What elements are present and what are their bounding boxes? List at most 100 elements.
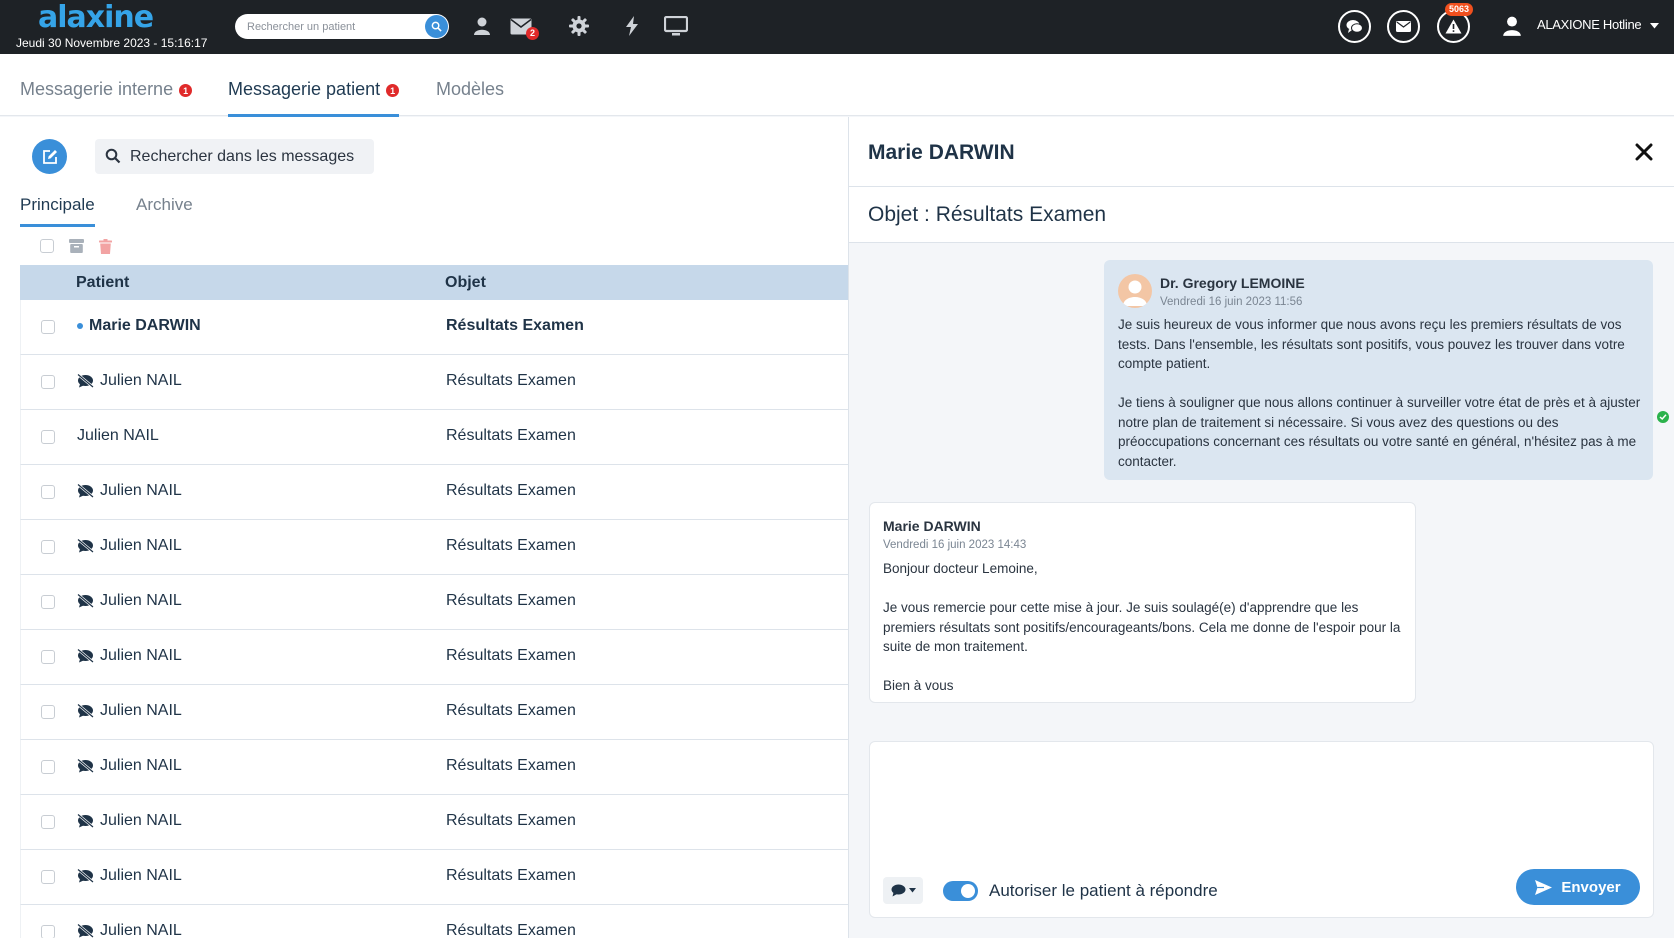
row-object: Résultats Examen xyxy=(446,592,576,609)
row-checkbox[interactable] xyxy=(41,430,55,444)
row-checkbox[interactable] xyxy=(41,705,55,719)
row-patient: Julien NAIL xyxy=(77,537,182,555)
row-object: Résultats Examen xyxy=(446,537,576,554)
row-checkbox[interactable] xyxy=(41,760,55,774)
search-icon xyxy=(105,148,121,164)
tab-badge: 1 xyxy=(179,84,193,97)
compose-button[interactable] xyxy=(32,139,67,174)
subtab-archive[interactable]: Archive xyxy=(136,195,193,215)
alerts-button[interactable]: 5063 xyxy=(1437,3,1474,43)
row-checkbox[interactable] xyxy=(41,870,55,884)
patient-search-input[interactable] xyxy=(247,18,417,35)
message-body: Bonjour docteur Lemoine, Je vous remerci… xyxy=(883,561,1401,693)
tab-label: Messagerie interne xyxy=(20,78,174,99)
row-object: Résultats Examen xyxy=(446,372,576,389)
table-row[interactable]: Julien NAIL Résultats Examen xyxy=(20,905,848,938)
row-patient-name: Julien NAIL xyxy=(100,647,182,664)
table-row[interactable]: Julien NAIL Résultats Examen xyxy=(20,630,848,685)
table-row[interactable]: Julien NAIL Résultats Examen xyxy=(20,740,848,795)
row-patient-name: Julien NAIL xyxy=(100,702,182,719)
user-name-label: ALAXIONE Hotline xyxy=(1537,17,1642,32)
user-menu[interactable]: ALAXIONE Hotline xyxy=(1537,17,1659,32)
allow-reply-toggle[interactable] xyxy=(943,881,978,901)
message-sender: Dr. Gregory LEMOINE xyxy=(1160,275,1305,291)
select-all-checkbox[interactable] xyxy=(40,239,54,253)
quick-actions-button[interactable] xyxy=(620,14,644,38)
conversation-subject-bar: Objet : Résultats Examen xyxy=(849,187,1674,243)
reply-textarea[interactable] xyxy=(880,752,1645,862)
user-avatar[interactable] xyxy=(1500,14,1524,38)
gear-icon xyxy=(569,16,589,36)
row-patient-name: Julien NAIL xyxy=(100,482,182,499)
tab-internal-messaging[interactable]: Messagerie interne 1 xyxy=(20,76,193,102)
messages-button[interactable] xyxy=(1387,10,1420,43)
row-object: Résultats Examen xyxy=(446,427,576,444)
table-header: Patient Objet xyxy=(20,265,848,300)
subtab-main[interactable]: Principale xyxy=(20,195,95,227)
comment-type-dropdown[interactable] xyxy=(883,877,923,904)
table-row[interactable]: Julien NAIL Résultats Examen xyxy=(20,355,848,410)
send-icon xyxy=(1535,879,1553,895)
table-row[interactable]: Julien NAIL Résultats Examen xyxy=(20,850,848,905)
table-row[interactable]: Julien NAIL Résultats Examen xyxy=(20,685,848,740)
table-row[interactable]: Julien NAIL Résultats Examen xyxy=(20,520,848,575)
table-row[interactable]: Julien NAIL Résultats Examen xyxy=(20,795,848,850)
row-checkbox[interactable] xyxy=(41,375,55,389)
user-icon xyxy=(1503,16,1521,36)
row-checkbox[interactable] xyxy=(41,815,55,829)
tab-templates[interactable]: Modèles xyxy=(436,76,504,102)
conversation-header: Marie DARWIN xyxy=(849,117,1674,187)
logo-text: alaxi​ne xyxy=(38,0,154,35)
row-checkbox[interactable] xyxy=(41,540,55,554)
user-icon xyxy=(474,17,490,35)
patient-search-button[interactable] xyxy=(425,15,448,38)
table-row[interactable]: Julien NAIL Résultats Examen xyxy=(20,410,848,465)
row-patient: Julien NAIL xyxy=(77,427,159,445)
settings-button[interactable] xyxy=(567,14,591,38)
message-search-input[interactable] xyxy=(130,146,360,168)
row-patient-name: Julien NAIL xyxy=(100,812,182,829)
comment-slash-icon xyxy=(77,484,94,498)
send-button-label: Envoyer xyxy=(1561,878,1621,896)
tab-patient-messaging[interactable]: Messagerie patient 1 xyxy=(228,76,400,117)
patient-nav-button[interactable] xyxy=(470,14,494,38)
message-search xyxy=(95,139,374,174)
close-conversation-button[interactable] xyxy=(1633,141,1655,163)
app-logo[interactable]: alaxi​ne xyxy=(38,0,154,35)
row-checkbox[interactable] xyxy=(41,650,55,664)
monitor-icon xyxy=(664,16,688,36)
chat-button[interactable] xyxy=(1338,10,1371,43)
archive-icon[interactable] xyxy=(69,239,84,253)
send-button[interactable]: Envoyer xyxy=(1516,869,1640,905)
row-object: Résultats Examen xyxy=(446,482,576,499)
top-bar: alaxi​ne Jeudi 30 Novembre 2023 - 15:16:… xyxy=(0,0,1674,54)
row-checkbox[interactable] xyxy=(41,595,55,609)
row-patient-name: Julien NAIL xyxy=(100,867,182,884)
row-object: Résultats Examen xyxy=(446,647,576,664)
table-row[interactable]: Julien NAIL Résultats Examen xyxy=(20,575,848,630)
conversation-panel: Marie DARWIN Objet : Résultats Examen Dr… xyxy=(848,117,1674,938)
row-patient: Julien NAIL xyxy=(77,647,182,665)
row-checkbox[interactable] xyxy=(41,485,55,499)
lightning-icon xyxy=(626,16,638,36)
table-row[interactable]: Marie DARWIN Résultats Examen xyxy=(20,300,848,355)
mail-nav-button[interactable]: 2 xyxy=(509,14,540,40)
sender-avatar xyxy=(1118,274,1152,308)
row-checkbox[interactable] xyxy=(41,320,55,334)
message-table: Patient Objet Marie DARWIN Résultats Exam… xyxy=(20,265,848,938)
conversation-subject: Objet : Résultats Examen xyxy=(868,203,1107,226)
read-check-icon xyxy=(1657,411,1669,423)
comment-slash-icon xyxy=(77,704,94,718)
allow-reply-label: Autoriser le patient à répondre xyxy=(989,881,1218,900)
table-row[interactable]: Julien NAIL Résultats Examen xyxy=(20,465,848,520)
trash-icon[interactable] xyxy=(99,238,112,254)
row-object: Résultats Examen xyxy=(446,702,576,719)
row-object: Résultats Examen xyxy=(446,812,576,829)
row-checkbox[interactable] xyxy=(41,925,55,938)
screen-button[interactable] xyxy=(664,14,688,38)
inbox-toolbar xyxy=(40,238,112,254)
user-icon xyxy=(1123,280,1147,306)
close-icon xyxy=(1635,143,1653,161)
row-patient-name: Julien NAIL xyxy=(100,372,182,389)
message-sender: Marie DARWIN xyxy=(883,518,981,534)
